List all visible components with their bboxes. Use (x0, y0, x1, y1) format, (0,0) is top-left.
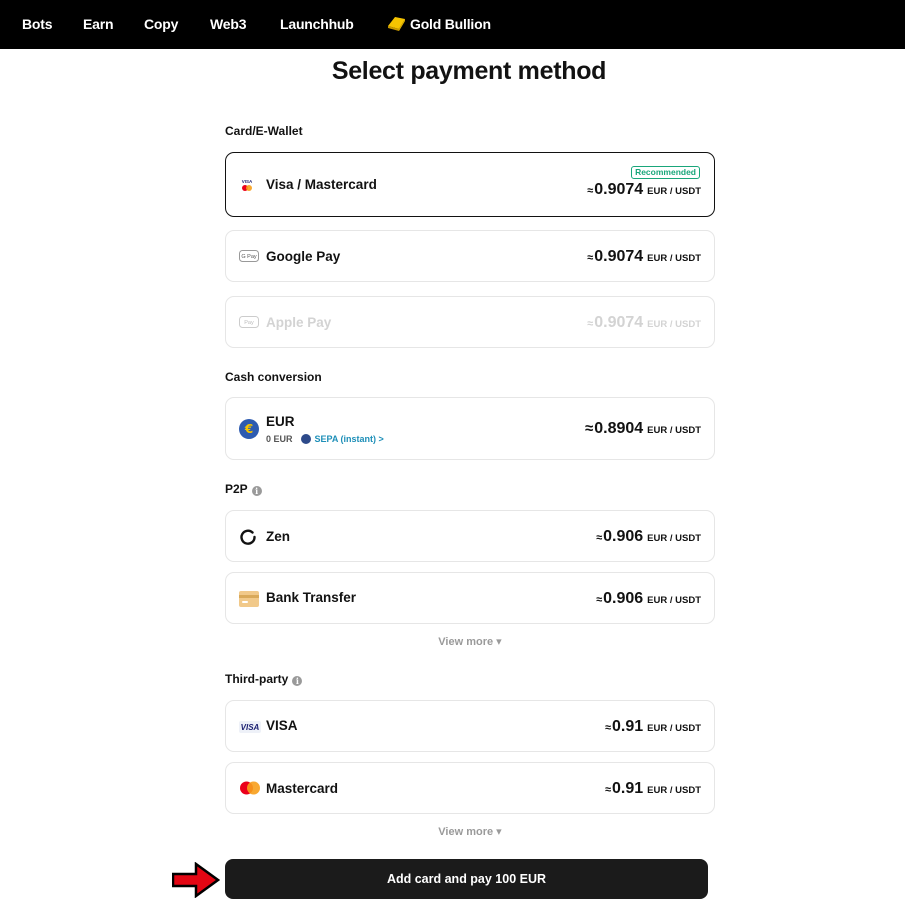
method-name: Apple Pay (266, 315, 332, 330)
method-rate: ≈0.91 EUR / USDT (604, 718, 701, 735)
bank-card-icon (239, 591, 259, 607)
rate-value: 0.906 (603, 590, 644, 607)
section-p2p: P2P i (225, 482, 262, 496)
recommended-badge: Recommended (631, 166, 700, 179)
method-rate: ≈0.9074 EUR / USDT (587, 181, 701, 198)
nav-launchhub[interactable]: Launchhub (280, 16, 354, 32)
view-more-p2p[interactable]: View more ▾ (225, 635, 715, 648)
rate-unit: EUR / USDT (647, 533, 701, 544)
rate-value: 0.9074 (594, 248, 644, 265)
rate-value: 0.9074 (594, 314, 644, 331)
google-pay-icon: G Pay (239, 250, 259, 262)
method-name: Mastercard (266, 781, 339, 796)
rate-value: 0.8904 (594, 420, 644, 437)
rate-unit: EUR / USDT (647, 186, 701, 197)
method-rate: ≈0.906 EUR / USDT (596, 528, 701, 545)
zen-icon (240, 529, 256, 545)
method-name: EUR (266, 414, 295, 429)
euro-icon: € (239, 419, 259, 439)
info-icon[interactable]: i (251, 486, 262, 496)
mastercard-icon (240, 781, 260, 795)
svg-text:€: € (244, 422, 253, 436)
svg-text:VISA: VISA (242, 179, 253, 184)
method-eur[interactable]: € EUR 0 EUR SEPA (instant) > ≈0.8904 EUR /… (225, 397, 715, 460)
method-name: Bank Transfer (266, 590, 357, 605)
rate-unit: EUR / USDT (647, 595, 701, 606)
method-rate: ≈0.9074 EUR / USDT (587, 314, 701, 331)
method-bank-transfer[interactable]: Bank Transfer ≈0.906 EUR / USDT (225, 572, 715, 624)
info-icon[interactable]: i (292, 676, 303, 686)
method-rate: ≈0.8904 EUR / USDT (584, 420, 701, 437)
apple-pay-icon: Pay (239, 316, 259, 328)
section-third-party: Third-party i (225, 672, 303, 686)
method-mastercard[interactable]: Mastercard ≈0.91 EUR / USDT (225, 762, 715, 814)
method-visa-mastercard[interactable]: VISA Visa / Mastercard Recommended ≈0.90… (225, 152, 715, 217)
method-rate: ≈0.9074 EUR / USDT (587, 248, 701, 265)
red-arrow-icon (172, 862, 220, 898)
rate-value: 0.91 (612, 718, 644, 735)
method-rate: ≈0.906 EUR / USDT (596, 590, 701, 607)
svg-text:Pay: Pay (244, 320, 254, 326)
section-card-wallet: Card/E-Wallet (225, 124, 303, 138)
rate-unit: EUR / USDT (647, 785, 701, 796)
visa-icon: VISA (239, 721, 261, 733)
eur-balance: 0 EUR (266, 434, 293, 444)
eur-subline: 0 EUR SEPA (instant) > (266, 434, 384, 444)
visa-mastercard-icon: VISA (242, 179, 253, 191)
method-name: Visa / Mastercard (266, 177, 377, 192)
method-name: VISA (266, 718, 298, 733)
method-rate: ≈0.91 EUR / USDT (604, 780, 701, 797)
nav-gold-bullion[interactable]: Gold Bullion (410, 16, 491, 32)
method-apple-pay: Pay Apple Pay ≈0.9074 EUR / USDT (225, 296, 715, 348)
view-more-third-party[interactable]: View more ▾ (225, 825, 715, 838)
rate-unit: EUR / USDT (647, 723, 701, 734)
method-name: Zen (266, 529, 291, 544)
method-google-pay[interactable]: G Pay Google Pay ≈0.9074 EUR / USDT (225, 230, 715, 282)
rate-value: 0.906 (603, 528, 644, 545)
nav-earn[interactable]: Earn (83, 16, 114, 32)
gold-bar-icon (388, 17, 405, 31)
rate-value: 0.91 (612, 780, 644, 797)
method-name: Google Pay (266, 249, 341, 264)
page-title: Select payment method (331, 57, 607, 85)
nav-bots[interactable]: Bots (22, 16, 53, 32)
svg-text:VISA: VISA (241, 723, 260, 732)
section-cash-conversion: Cash conversion (225, 370, 322, 384)
rate-unit: EUR / USDT (647, 425, 701, 436)
rate-unit: EUR / USDT (647, 253, 701, 264)
method-zen[interactable]: Zen ≈0.906 EUR / USDT (225, 510, 715, 562)
sepa-link[interactable]: SEPA (instant) > (315, 434, 384, 444)
svg-text:G Pay: G Pay (241, 254, 257, 260)
nav-copy[interactable]: Copy (144, 16, 178, 32)
rate-value: 0.9074 (594, 181, 644, 198)
method-visa[interactable]: VISA VISA ≈0.91 EUR / USDT (225, 700, 715, 752)
sepa-icon (300, 434, 311, 444)
top-nav: Bots Earn Copy Web3 Launchhub Gold Bulli… (0, 0, 905, 49)
nav-web3[interactable]: Web3 (210, 16, 246, 32)
rate-unit: EUR / USDT (647, 319, 701, 330)
add-card-and-pay-button[interactable]: Add card and pay 100 EUR (225, 859, 708, 899)
